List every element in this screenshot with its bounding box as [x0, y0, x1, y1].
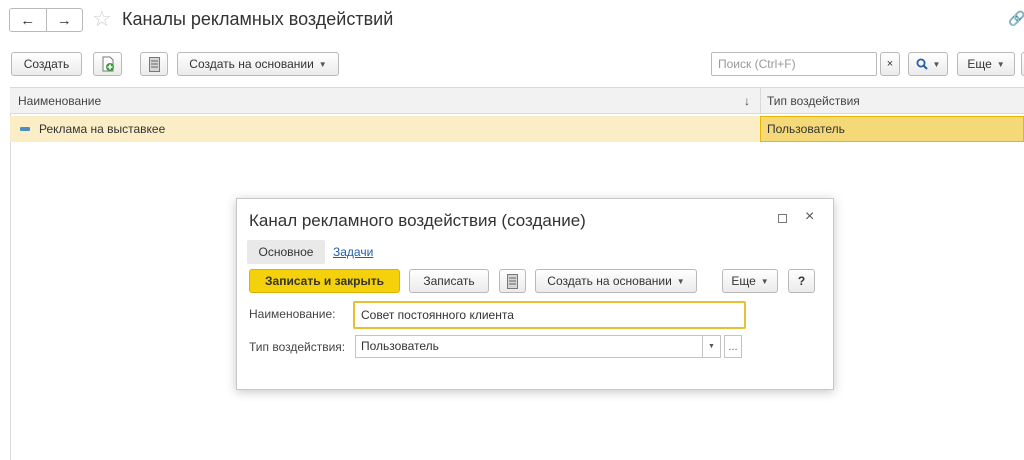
- more-label: Еще: [967, 57, 992, 71]
- close-icon[interactable]: ×: [805, 208, 814, 226]
- search-input[interactable]: Поиск (Ctrl+F): [711, 52, 877, 76]
- cell-name: Реклама на выставкее: [39, 122, 166, 136]
- clear-search-button[interactable]: ×: [880, 52, 900, 76]
- save-and-close-button[interactable]: Записать и закрыть: [249, 269, 400, 293]
- chevron-down-icon: ▼: [932, 59, 941, 69]
- chevron-down-icon: ▼: [996, 59, 1005, 69]
- back-arrow-icon: ←: [20, 11, 36, 29]
- favorite-star-icon[interactable]: ☆: [92, 6, 112, 32]
- type-dropdown-button[interactable]: ▼: [703, 335, 721, 358]
- maximize-icon[interactable]: [778, 214, 787, 223]
- search-button[interactable]: ▼: [908, 52, 948, 76]
- create-based-on-label: Создать на основании: [189, 57, 314, 71]
- add-copy-icon: [102, 56, 114, 72]
- item-marker-icon: [20, 127, 30, 131]
- create-channel-dialog: Канал рекламного воздействия (создание) …: [236, 198, 834, 390]
- column-separator[interactable]: [760, 88, 761, 113]
- chevron-down-icon: ▼: [318, 59, 327, 69]
- create-based-on-button[interactable]: Создать на основании ▼: [535, 269, 697, 293]
- more-label: Еще: [731, 274, 756, 288]
- report-button[interactable]: [140, 52, 168, 76]
- name-label: Наименование:: [249, 307, 336, 321]
- copy-button[interactable]: [93, 52, 122, 76]
- type-select-button[interactable]: ...: [724, 335, 742, 358]
- more-button[interactable]: Еще ▼: [957, 52, 1015, 76]
- cell-type[interactable]: Пользователь: [760, 116, 1024, 142]
- save-button[interactable]: Записать: [409, 269, 489, 293]
- navigation-buttons: ← →: [9, 8, 83, 32]
- create-based-on-button[interactable]: Создать на основании ▼: [177, 52, 339, 76]
- back-button[interactable]: ←: [10, 9, 47, 31]
- forward-button[interactable]: →: [47, 9, 83, 31]
- table-row[interactable]: Реклама на выставкее Пользователь: [10, 116, 1024, 142]
- sort-arrow-icon: ↓: [744, 94, 750, 108]
- list-header: Наименование ↓ Тип воздействия: [10, 87, 1024, 114]
- tab-main[interactable]: Основное: [247, 240, 325, 264]
- column-header-name[interactable]: Наименование: [18, 94, 101, 108]
- help-button[interactable]: ?: [788, 269, 815, 293]
- type-field[interactable]: Пользователь: [355, 335, 703, 358]
- chevron-down-icon: ▼: [708, 343, 715, 350]
- document-list-icon: [507, 273, 518, 289]
- forward-arrow-icon: →: [56, 11, 72, 29]
- dialog-title: Канал рекламного воздействия (создание): [249, 211, 586, 230]
- document-list-icon: [148, 56, 160, 72]
- create-based-on-label: Создать на основании: [547, 274, 672, 288]
- chevron-down-icon: ▼: [760, 276, 769, 286]
- tab-tasks[interactable]: Задачи: [333, 245, 373, 259]
- list-border: [10, 87, 11, 460]
- type-label: Тип воздействия:: [249, 340, 346, 354]
- link-icon[interactable]: 🔗: [1008, 10, 1024, 27]
- page-title: Каналы рекламных воздействий: [122, 9, 394, 29]
- more-button[interactable]: Еще ▼: [722, 269, 778, 293]
- close-icon: ×: [886, 58, 894, 70]
- chevron-down-icon: ▼: [676, 276, 685, 286]
- name-field[interactable]: Совет постоянного клиента: [353, 301, 746, 329]
- search-icon: [916, 58, 928, 70]
- report-button[interactable]: [499, 269, 526, 293]
- column-header-type[interactable]: Тип воздействия: [767, 94, 860, 108]
- create-button[interactable]: Создать: [11, 52, 82, 76]
